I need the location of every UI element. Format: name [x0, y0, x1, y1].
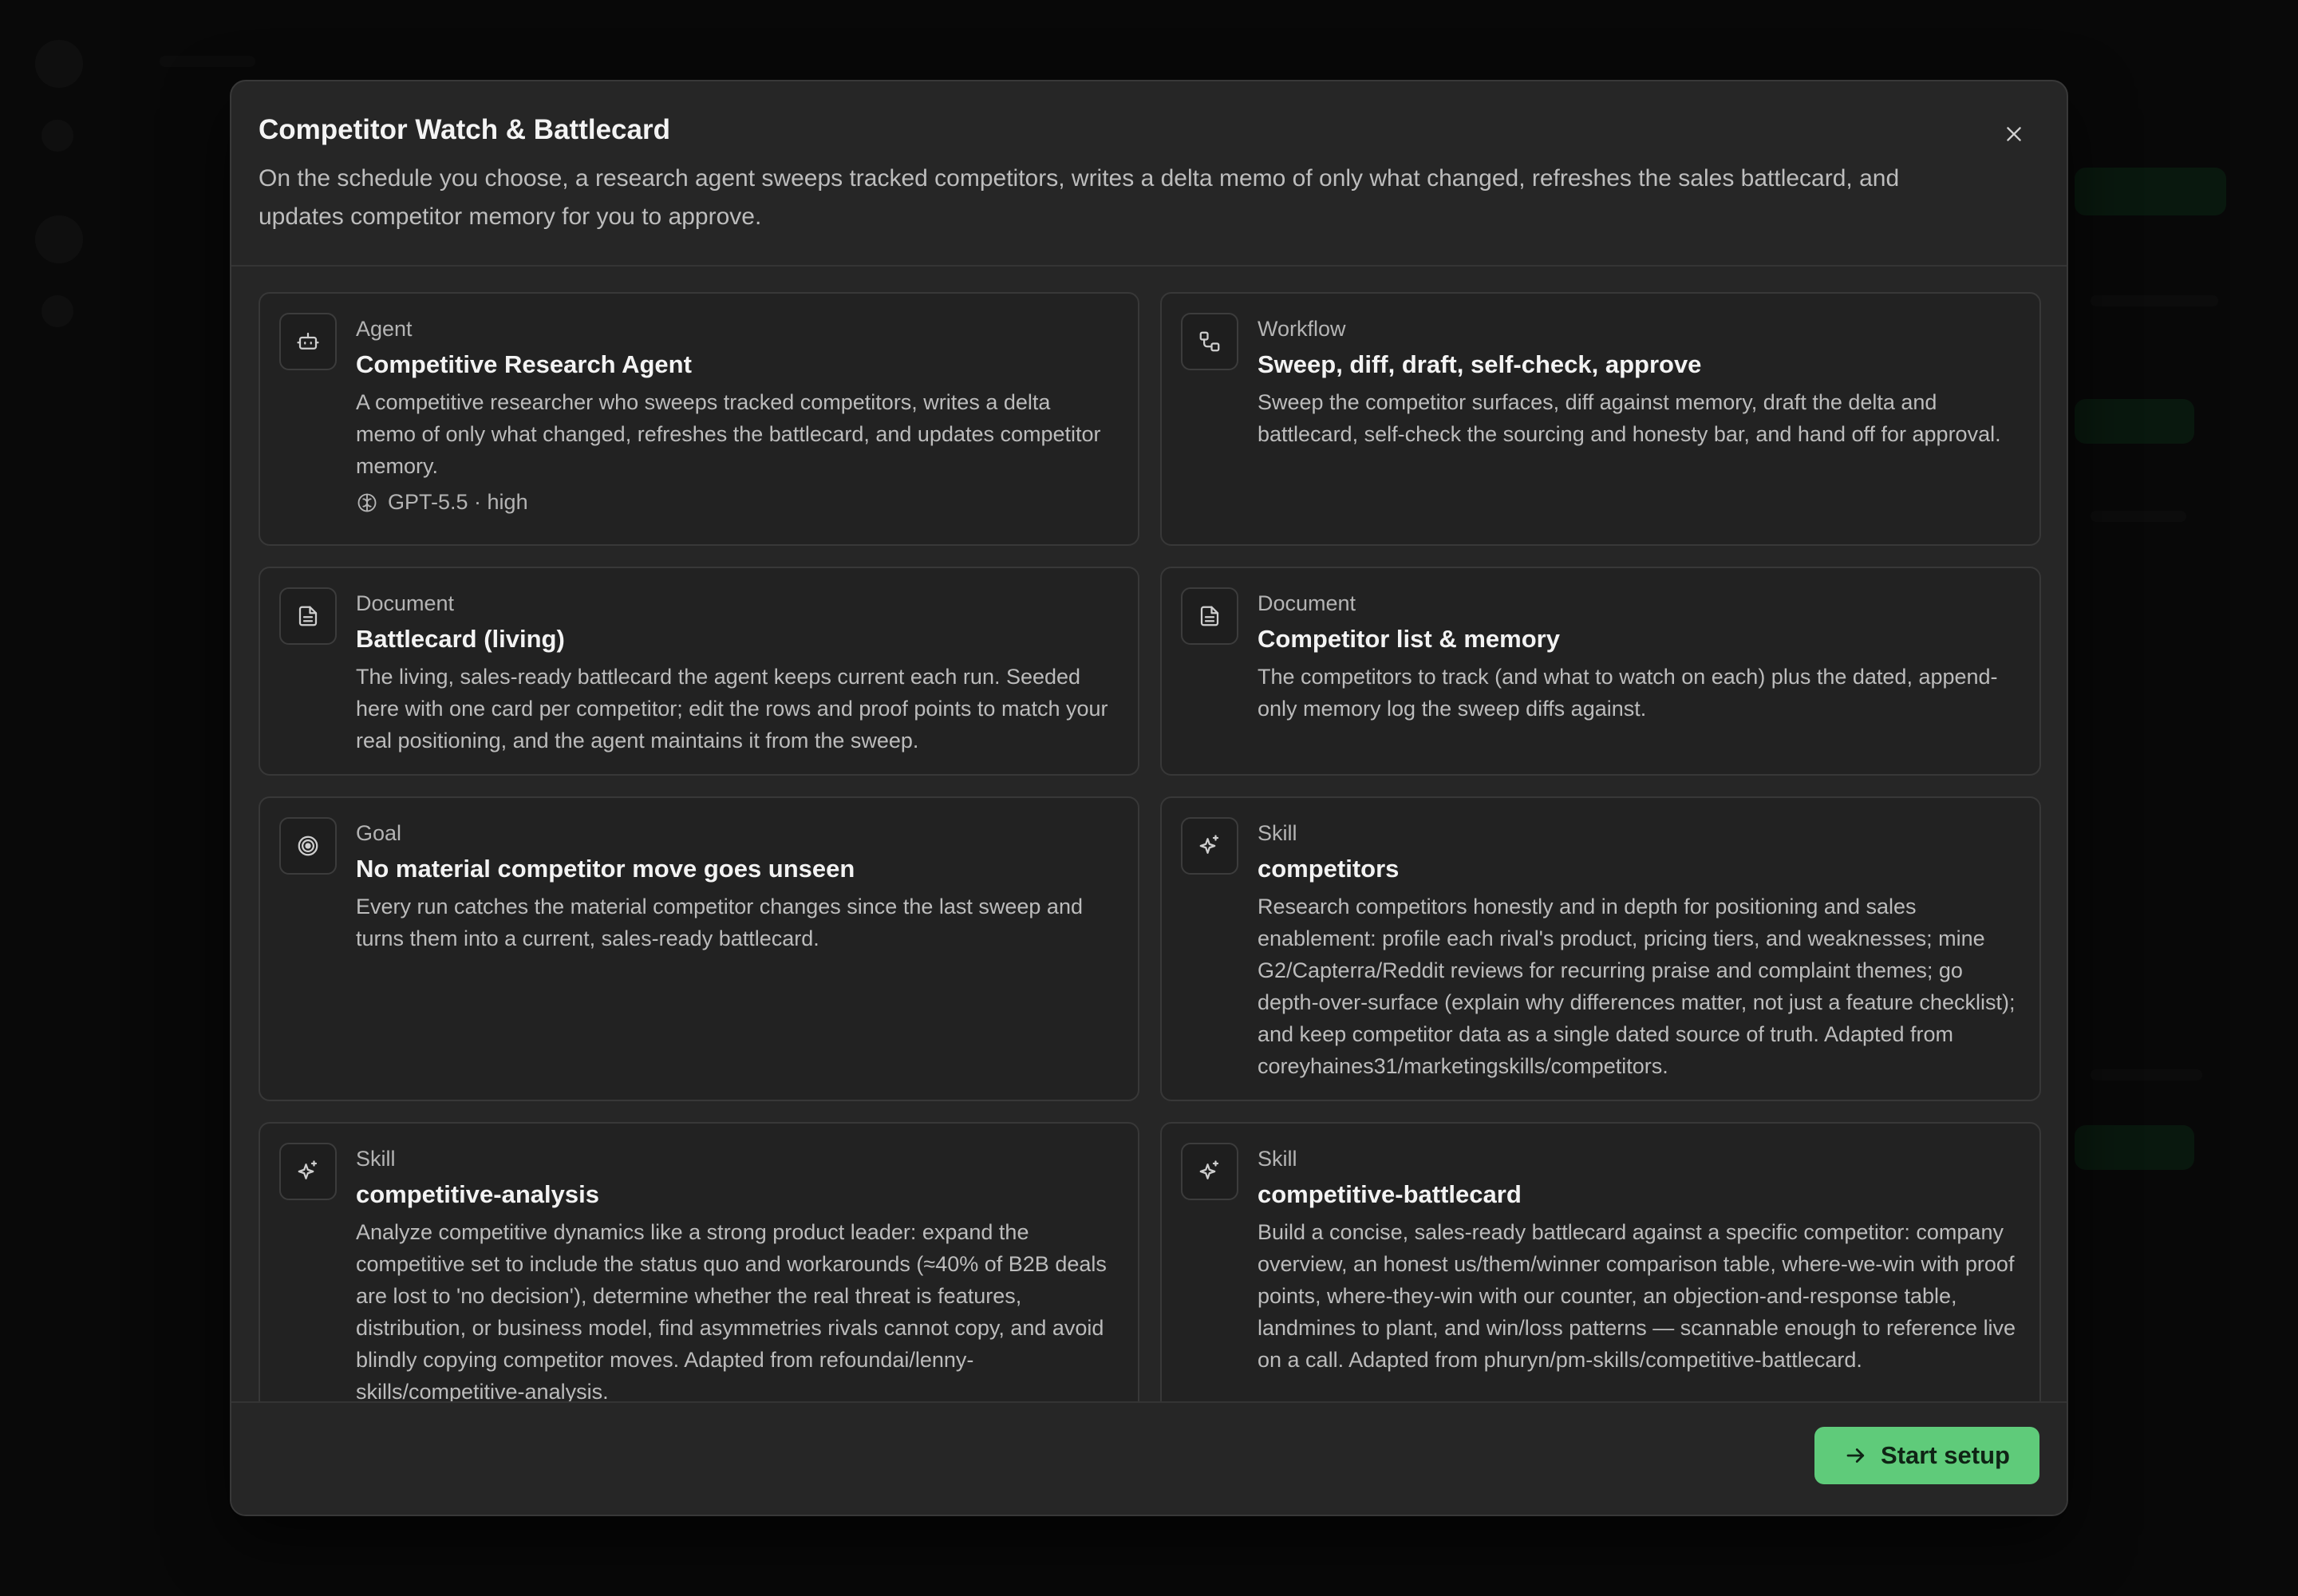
document-icon: [298, 606, 318, 626]
card-title: Sweep, diff, draft, self-check, approve: [1258, 350, 1702, 378]
sparkle-icon: [1199, 1160, 1219, 1179]
card-title: Battlecard (living): [356, 625, 565, 653]
card-title: No material competitor move goes unseen: [356, 855, 855, 883]
template-dialog: Competitor Watch & Battlecard On the sch…: [230, 80, 2068, 1516]
card-description: Research competitors honestly and in dep…: [1258, 895, 2016, 1078]
dialog-footer: Start setup: [231, 1401, 2067, 1515]
sparkle-icon: [298, 1160, 318, 1179]
card-description: Every run catches the material competito…: [356, 895, 1083, 950]
card-type-label: Workflow: [1258, 317, 1346, 341]
card-type-label: Goal: [356, 821, 402, 845]
arrow-right-icon: [1846, 1448, 1865, 1463]
dialog-body[interactable]: Agent Competitive Research Agent A compe…: [231, 267, 2067, 1486]
card-description: Build a concise, sales-ready battlecard …: [1258, 1220, 2016, 1372]
model-label: GPT-5.5 · high: [388, 490, 528, 514]
card-type-label: Document: [1258, 591, 1356, 615]
component-card-skill-competitive-battlecard[interactable]: Skill competitive-battlecard Build a con…: [1160, 1122, 2041, 1425]
start-setup-button[interactable]: Start setup: [1814, 1427, 2039, 1484]
target-icon: [298, 836, 318, 856]
card-title: competitive-analysis: [356, 1180, 599, 1208]
card-type-label: Skill: [1258, 1147, 1297, 1171]
dialog-header: Competitor Watch & Battlecard On the sch…: [231, 81, 2067, 267]
card-description: The living, sales-ready battlecard the a…: [356, 665, 1108, 753]
card-title: Competitive Research Agent: [356, 350, 692, 378]
card-type-label: Document: [356, 591, 455, 615]
component-card-skill-competitive-analysis[interactable]: Skill competitive-analysis Analyze compe…: [259, 1122, 1139, 1425]
card-title: Competitor list & memory: [1258, 625, 1560, 653]
card-title: competitors: [1258, 855, 1400, 883]
card-description: Sweep the competitor surfaces, diff agai…: [1258, 390, 2001, 446]
brain-icon: [357, 493, 377, 512]
component-card-skill-competitors[interactable]: Skill competitors Research competitors h…: [1160, 796, 2041, 1101]
dialog-title: Competitor Watch & Battlecard: [259, 114, 670, 145]
card-description: The competitors to track (and what to wa…: [1258, 665, 1998, 721]
card-description: Analyze competitive dynamics like a stro…: [356, 1220, 1107, 1404]
start-setup-label: Start setup: [1881, 1441, 2010, 1469]
workflow-icon: [1199, 331, 1220, 352]
sparkle-icon: [1199, 835, 1219, 854]
component-card-goal[interactable]: Goal No material competitor move goes un…: [259, 796, 1139, 1101]
close-button[interactable]: [1988, 109, 2039, 160]
component-card-agent[interactable]: Agent Competitive Research Agent A compe…: [259, 292, 1139, 546]
dialog-description: On the schedule you choose, a research a…: [259, 165, 1900, 230]
card-description: A competitive researcher who sweeps trac…: [356, 390, 1101, 478]
card-title: competitive-battlecard: [1258, 1180, 1522, 1208]
component-grid: Agent Competitive Research Agent A compe…: [259, 292, 2041, 1425]
close-icon: [2007, 127, 2021, 141]
card-type-label: Agent: [356, 317, 413, 341]
component-card-workflow[interactable]: Workflow Sweep, diff, draft, self-check,…: [1160, 292, 2041, 546]
card-type-label: Skill: [1258, 821, 1297, 845]
document-icon: [1200, 606, 1219, 626]
component-card-competitor-list[interactable]: Document Competitor list & memory The co…: [1160, 567, 2041, 776]
component-card-battlecard[interactable]: Document Battlecard (living) The living,…: [259, 567, 1139, 776]
model-info: GPT-5.5 · high: [356, 490, 1115, 515]
card-type-label: Skill: [356, 1147, 396, 1171]
bot-icon: [297, 332, 319, 350]
